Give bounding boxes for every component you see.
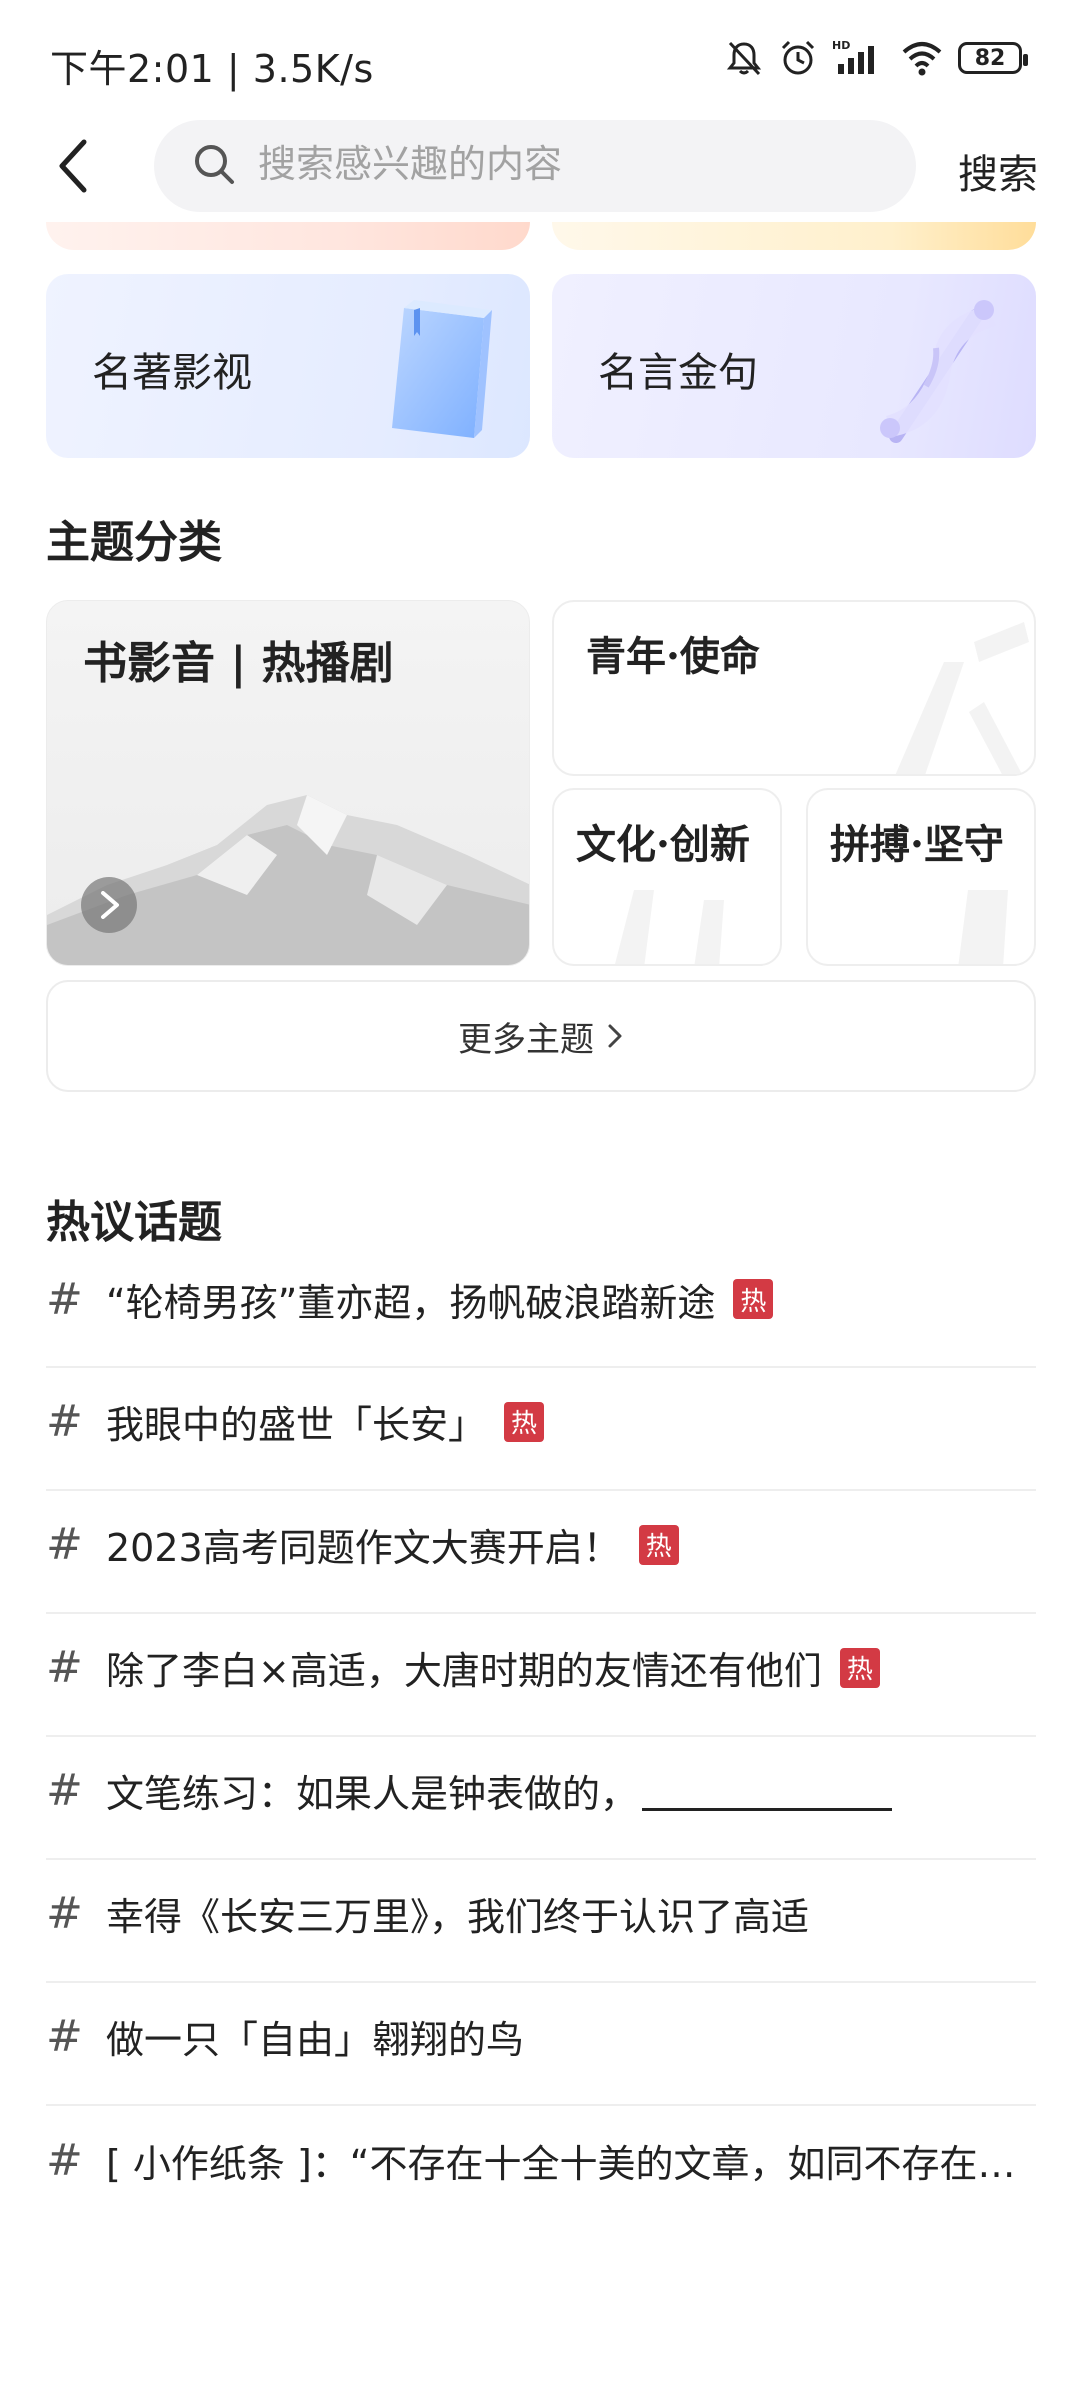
theme-title: 文化·创新 (576, 821, 750, 868)
hash-icon: # (46, 1888, 83, 1939)
card-peek-right[interactable] (552, 222, 1036, 250)
hot-badge: 热 (638, 1524, 679, 1565)
theme-card-strive-persist[interactable]: 拼搏·坚守 (806, 788, 1036, 966)
topic-text: 文笔练习：如果人是钟表做的， (106, 1772, 639, 1816)
hash-icon: # (46, 2135, 83, 2186)
topic-text: 2023高考同题作文大赛开启！ (106, 1526, 621, 1570)
theme-title: 拼搏·坚守 (830, 821, 1004, 868)
topic-text: [ 小作纸条 ]：“不存在十全十美的文章，如同不存在绝对的绝望” (106, 2142, 1016, 2186)
status-time-speed: 下午2:01 | 3.5K/s (50, 47, 374, 91)
signal-hd-icon: HD (832, 39, 874, 74)
card-peek-left[interactable] (46, 222, 530, 250)
status-bar: 下午2:01 | 3.5K/s HD 82 (0, 0, 1080, 120)
hot-topic-list: # “轮椅男孩”董亦超，扬帆破浪踏新途 热 # 我眼中的盛世「长安」 热 # 2… (46, 1246, 1036, 2229)
fill-blank-line (642, 1771, 893, 1811)
watermark-decoration (895, 622, 1029, 774)
hot-badge: 热 (504, 1401, 545, 1442)
status-icons: HD 82 (724, 38, 1028, 78)
bell-off-icon (726, 41, 762, 76)
battery-level: 82 (974, 45, 1006, 71)
topic-text: 除了李白×高适，大唐时期的友情还有他们 (106, 1649, 822, 1693)
topic-item[interactable]: # 2023高考同题作文大赛开启！ 热 (46, 1491, 1036, 1614)
category-card-quotes[interactable]: 名言金句 (552, 274, 1036, 458)
topic-item[interactable]: # [ 小作纸条 ]：“不存在十全十美的文章，如同不存在绝对的绝望” (46, 2106, 1036, 2229)
search-button[interactable]: 搜索 (958, 142, 1038, 200)
hash-icon: # (46, 1642, 83, 1693)
topic-text: 我眼中的盛世「长安」 (106, 1403, 487, 1447)
section-title-hot-topics: 热议话题 (46, 1197, 222, 1248)
topic-item[interactable]: # 我眼中的盛世「长安」 热 (46, 1368, 1036, 1491)
category-label: 名著影视 (92, 350, 252, 396)
hash-icon: # (46, 1396, 83, 1447)
topic-item[interactable]: # “轮椅男孩”董亦超，扬帆破浪踏新途 热 (46, 1246, 1036, 1368)
search-icon (195, 145, 234, 184)
hash-icon: # (46, 1765, 83, 1816)
battery-icon: 82 (958, 42, 1028, 74)
topic-text: 做一只「自由」翱翔的鸟 (106, 2018, 525, 2062)
play-button[interactable] (81, 877, 137, 933)
more-themes-button[interactable]: 更多主题 (46, 980, 1036, 1092)
more-themes-label: 更多主题 (458, 1019, 594, 1060)
mountain-image (47, 795, 529, 965)
topic-text: “轮椅男孩”董亦超，扬帆破浪踏新途 (106, 1280, 716, 1325)
section-title-themes: 主题分类 (46, 517, 222, 568)
theme-card-culture-innovation[interactable]: 文化·创新 (552, 788, 782, 966)
topic-text: 幸得《长安三万里》，我们终于认识了高适 (106, 1895, 810, 1939)
category-card-classics-film[interactable]: 名著影视 (46, 274, 530, 458)
theme-title: 书影音 | 热播剧 (83, 638, 394, 689)
hash-icon: # (46, 1273, 83, 1325)
category-label: 名言金句 (598, 350, 758, 396)
topic-item[interactable]: # 除了李白×高适，大唐时期的友情还有他们 热 (46, 1614, 1036, 1737)
hot-badge: 热 (733, 1279, 774, 1319)
wifi-icon (902, 42, 942, 76)
svg-text:HD: HD (832, 39, 850, 52)
back-button[interactable] (54, 136, 114, 206)
topic-item[interactable]: # 做一只「自由」翱翔的鸟 (46, 1983, 1036, 2106)
alarm-icon (781, 40, 815, 75)
theme-title: 青年·使命 (586, 633, 760, 680)
theme-card-books-shows[interactable]: 书影音 | 热播剧 (46, 600, 530, 966)
hash-icon: # (46, 1519, 83, 1570)
hot-badge: 热 (839, 1647, 880, 1688)
scroll-icon (880, 300, 996, 443)
chevron-right-icon (101, 891, 119, 919)
theme-card-youth-mission[interactable]: 青年·使命 (552, 600, 1036, 776)
chevron-left-icon (59, 139, 87, 193)
search-box[interactable] (154, 120, 916, 212)
chevron-right-icon (608, 1024, 622, 1048)
topic-item[interactable]: # 文笔练习：如果人是钟表做的， (46, 1737, 1036, 1860)
book-icon (392, 300, 492, 438)
hash-icon: # (46, 2011, 83, 2062)
topic-item[interactable]: # 幸得《长安三万里》，我们终于认识了高适 (46, 1860, 1036, 1983)
search-input[interactable] (258, 142, 858, 186)
search-header: 搜索 (0, 120, 1080, 220)
